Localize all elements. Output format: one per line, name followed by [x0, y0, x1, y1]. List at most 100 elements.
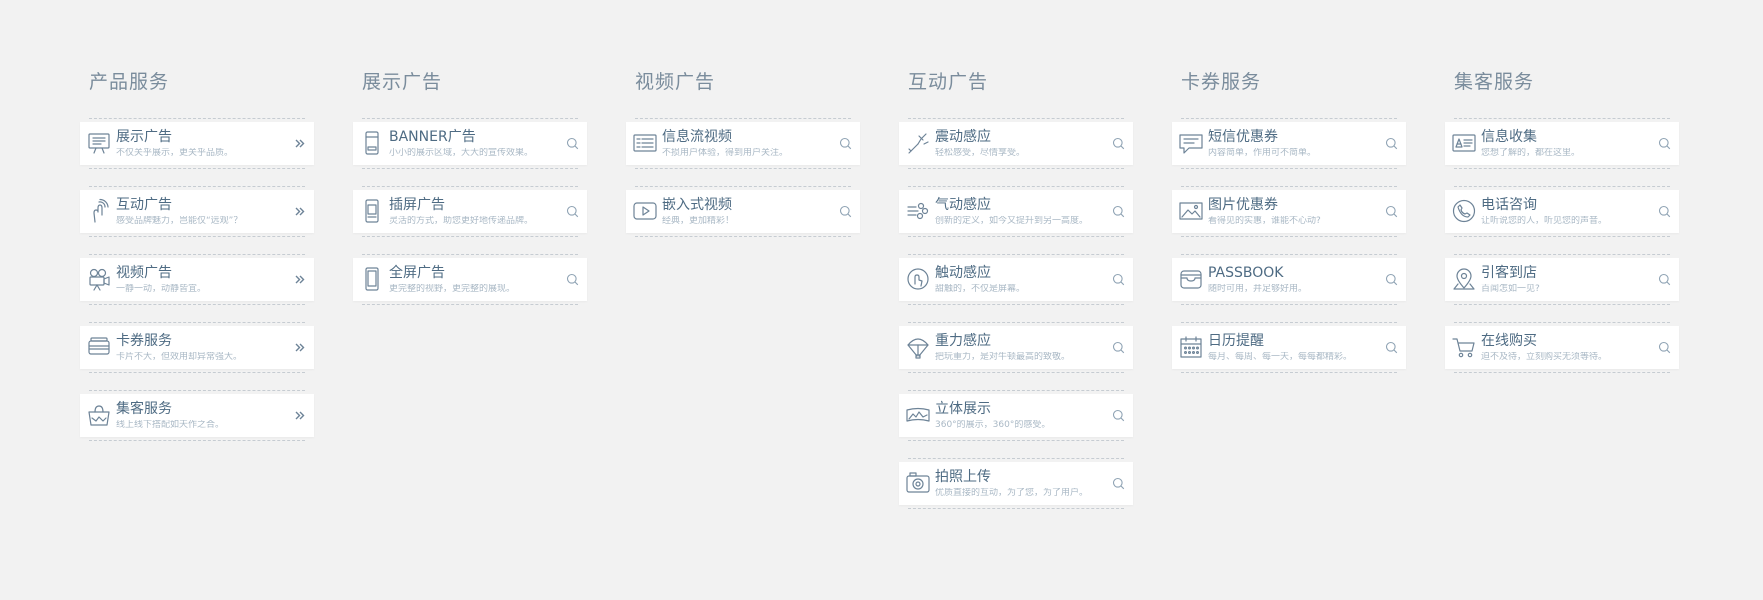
service-card[interactable]: 卡券服务 卡片不大，但效用却异常强大。: [80, 326, 314, 369]
list-item: 信息收集 您想了解的，都在这里。: [1445, 118, 1679, 186]
service-card[interactable]: 重力感应 把玩重力，是对牛顿最高的致敬。: [899, 326, 1133, 369]
search-icon[interactable]: [566, 273, 579, 286]
service-card[interactable]: 震动感应 轻松感受，尽情享受。: [899, 122, 1133, 165]
service-card[interactable]: 集客服务 线上线下搭配如天作之合。: [80, 394, 314, 437]
dashed-divider: [362, 236, 578, 237]
phone-call-icon: [1451, 198, 1477, 224]
service-card[interactable]: 电话咨询 让听说您的人，听见您的声音。: [1445, 190, 1679, 233]
touch-circle-icon: [905, 266, 931, 292]
search-icon[interactable]: [1658, 341, 1671, 354]
dashed-divider: [908, 118, 1124, 119]
column-title: 集客服务: [1454, 71, 1535, 93]
search-icon[interactable]: [1658, 273, 1671, 286]
calendar-icon: [1178, 334, 1204, 360]
dashed-divider: [89, 254, 305, 255]
search-icon[interactable]: [1385, 341, 1398, 354]
double-chevron-right-icon[interactable]: [293, 273, 306, 286]
search-icon[interactable]: [1658, 205, 1671, 218]
list-item: 集客服务 线上线下搭配如天作之合。: [80, 390, 314, 458]
service-card[interactable]: 图片优惠券看得见的实惠，谁能不心动?: [1172, 190, 1406, 233]
camera-icon: [905, 470, 931, 496]
service-card[interactable]: 在线购买迫不及待，立刻购买无须等待。: [1445, 326, 1679, 369]
search-icon[interactable]: [1385, 273, 1398, 286]
shopping-cart-icon: [1451, 334, 1477, 360]
double-chevron-right-icon[interactable]: [293, 205, 306, 218]
search-icon[interactable]: [566, 205, 579, 218]
search-icon[interactable]: [1658, 137, 1671, 150]
air-blow-icon: [905, 198, 931, 224]
dashed-divider: [89, 118, 305, 119]
dashed-divider: [89, 236, 305, 237]
phone-banner-icon: [359, 130, 385, 156]
service-card[interactable]: 全屏广告 更完整的视野，更完整的展现。: [353, 258, 587, 301]
dashed-divider: [1454, 168, 1670, 169]
dashed-divider: [362, 118, 578, 119]
search-icon[interactable]: [1385, 205, 1398, 218]
search-icon[interactable]: [839, 205, 852, 218]
service-column: 展示广告 BANNER广告 小小的展示区域，大大的宣传效果。 插屏广告 灵活的方式，助您…: [353, 68, 587, 322]
service-card[interactable]: BANNER广告 小小的展示区域，大大的宣传效果。: [353, 122, 587, 165]
service-column: 产品服务 展示广告 不仅关乎展示，更关乎品质。 互动广告 感受品牌魅力，岂能仅“远观”？…: [80, 68, 314, 458]
dashed-divider: [635, 236, 851, 237]
service-title: 信息流视频: [662, 129, 732, 145]
service-subtitle: 迫不及待，立刻购买无须等待。: [1481, 352, 1608, 362]
double-chevron-right-icon[interactable]: [293, 409, 306, 422]
service-card[interactable]: 气动感应 创新的定义，如今又提升到另一高度。: [899, 190, 1133, 233]
dashed-divider: [89, 322, 305, 323]
service-title: 集客服务: [116, 401, 172, 417]
search-icon[interactable]: [1385, 137, 1398, 150]
service-subtitle: 不损用户体验，得到用户关注。: [662, 148, 789, 158]
service-card[interactable]: 视频广告 一静一动，动静皆宜。: [80, 258, 314, 301]
service-subtitle: 卡片不大，但效用却异常强大。: [116, 352, 243, 362]
column-title: 展示广告: [362, 71, 443, 93]
search-icon[interactable]: [1112, 341, 1125, 354]
search-icon[interactable]: [839, 137, 852, 150]
sms-message-icon: [1178, 130, 1204, 156]
search-icon[interactable]: [1112, 409, 1125, 422]
dashed-divider: [908, 236, 1124, 237]
service-card[interactable]: 立体展示 360°的展示，360°的感受。: [899, 394, 1133, 437]
service-card[interactable]: 信息流视频不损用户体验，得到用户关注。: [626, 122, 860, 165]
search-icon[interactable]: [1112, 477, 1125, 490]
service-card[interactable]: 日历提醒 每月、每周、每一天，每每都精彩。: [1172, 326, 1406, 369]
service-subtitle: 360°的展示，360°的感受。: [935, 420, 1051, 430]
service-subtitle: 内容简单，作用可不简单。: [1208, 148, 1317, 158]
service-card[interactable]: 短信优惠券 内容简单，作用可不简单。: [1172, 122, 1406, 165]
service-subtitle: 甜触的，不仅是屏幕。: [935, 284, 1026, 294]
search-icon[interactable]: [566, 137, 579, 150]
service-card[interactable]: 信息收集 您想了解的，都在这里。: [1445, 122, 1679, 165]
search-icon[interactable]: [1112, 205, 1125, 218]
dashed-divider: [1181, 304, 1397, 305]
coupon-card-icon: [86, 334, 112, 360]
dashed-divider: [1181, 372, 1397, 373]
service-title: 在线购买: [1481, 333, 1537, 349]
phone-interstitial-icon: [359, 198, 385, 224]
service-subtitle: 看得见的实惠，谁能不心动?: [1208, 216, 1321, 226]
dashed-divider: [362, 304, 578, 305]
search-icon[interactable]: [1112, 137, 1125, 150]
column-title: 互动广告: [908, 71, 989, 93]
dashed-divider: [89, 168, 305, 169]
touch-hand-icon: [86, 198, 112, 224]
search-icon[interactable]: [1112, 273, 1125, 286]
service-title: 图片优惠券: [1208, 197, 1278, 213]
service-title: 触动感应: [935, 265, 991, 281]
service-subtitle: 每月、每周、每一天，每每都精彩。: [1208, 352, 1353, 362]
service-card[interactable]: 展示广告 不仅关乎展示，更关乎品质。: [80, 122, 314, 165]
list-item: 日历提醒 每月、每周、每一天，每每都精彩。: [1172, 322, 1406, 390]
service-title: 展示广告: [116, 129, 172, 145]
service-card[interactable]: 拍照上传 优质直接的互动，为了您，为了用户。: [899, 462, 1133, 505]
service-card[interactable]: 嵌入式视频 经典，更加精彩！: [626, 190, 860, 233]
service-card[interactable]: 插屏广告 灵活的方式，助您更好地传递品牌。: [353, 190, 587, 233]
double-chevron-right-icon[interactable]: [293, 341, 306, 354]
dashed-divider: [1454, 322, 1670, 323]
service-card[interactable]: 触动感应甜触的，不仅是屏幕。: [899, 258, 1133, 301]
dashed-divider: [1454, 118, 1670, 119]
service-card[interactable]: 引客到店 百闻怎如一见?: [1445, 258, 1679, 301]
service-card[interactable]: 互动广告 感受品牌魅力，岂能仅“远观”？: [80, 190, 314, 233]
dashed-divider: [89, 440, 305, 441]
double-chevron-right-icon[interactable]: [293, 137, 306, 150]
dashed-divider: [1454, 254, 1670, 255]
dashed-divider: [908, 458, 1124, 459]
service-card[interactable]: PASSBOOK 随时可用，并足够好用。: [1172, 258, 1406, 301]
